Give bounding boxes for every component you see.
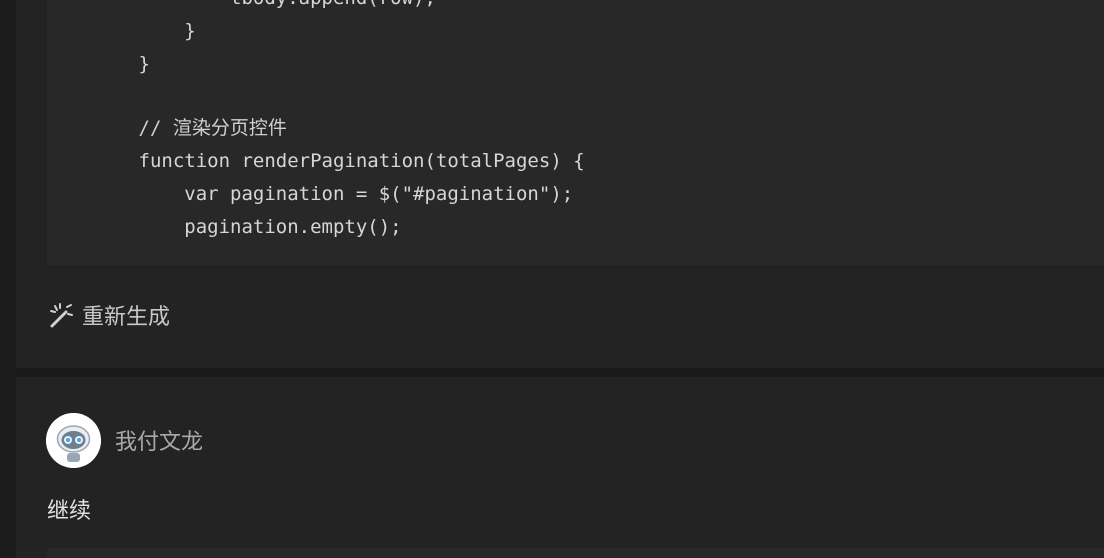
regenerate-button[interactable]: 重新生成 xyxy=(48,298,170,332)
code-line: } xyxy=(47,53,150,75)
magic-wand-icon xyxy=(50,303,73,328)
left-rail xyxy=(0,0,16,558)
code-line: tbody.append(row); xyxy=(47,0,436,15)
message-divider xyxy=(16,368,1104,377)
code-comment-line: // 渲染分页控件 xyxy=(47,117,287,139)
code-line: } xyxy=(47,20,196,42)
code-line: function renderPagination(totalPages) { xyxy=(47,150,585,172)
user-message-panel xyxy=(16,377,1104,558)
user-message-text: 继续 xyxy=(47,499,92,524)
robot-avatar-icon xyxy=(46,413,101,468)
regenerate-label: 重新生成 xyxy=(82,305,171,330)
user-avatar xyxy=(46,413,101,468)
code-line: pagination.empty(); xyxy=(47,216,402,238)
code-block-partial xyxy=(47,548,1104,558)
code-block: tbody.append(row); } } // 渲染分页控件 functio… xyxy=(47,0,1104,265)
user-name: 我付文龙 xyxy=(115,430,204,455)
code-line: var pagination = $("#pagination"); xyxy=(47,183,574,205)
